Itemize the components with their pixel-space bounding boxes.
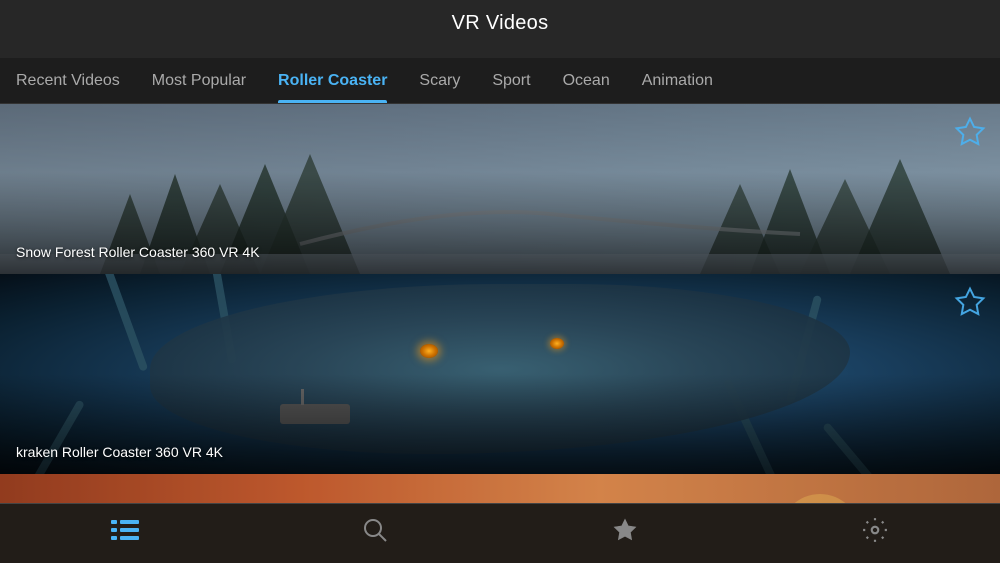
star-icon [612, 517, 638, 550]
gear-icon [862, 517, 888, 550]
app-header: VR Videos [0, 0, 1000, 58]
tab-ocean[interactable]: Ocean [547, 58, 626, 103]
tab-animation[interactable]: Animation [626, 58, 729, 103]
nav-list-button[interactable] [95, 512, 155, 556]
video-title-2: kraken Roller Coaster 360 VR 4K [16, 444, 223, 460]
favorite-button-2[interactable] [954, 286, 986, 325]
list-icon [111, 518, 139, 549]
video-list: Snow Forest Roller Coaster 360 VR 4K [0, 104, 1000, 503]
nav-search-button[interactable] [345, 512, 405, 556]
nav-settings-button[interactable] [845, 512, 905, 556]
tab-popular[interactable]: Most Popular [136, 58, 262, 103]
nav-favorites-button[interactable] [595, 512, 655, 556]
search-icon [362, 517, 388, 550]
bottom-navigation [0, 503, 1000, 563]
tab-rollercoaster[interactable]: Roller Coaster [262, 58, 403, 103]
kraken-eye-2 [550, 338, 564, 349]
favorite-button-1[interactable] [954, 116, 986, 155]
tab-recent[interactable]: Recent Videos [10, 58, 136, 103]
video-title-1: Snow Forest Roller Coaster 360 VR 4K [16, 244, 260, 260]
app-title: VR Videos [0, 12, 1000, 35]
video-card-3-partial[interactable] [0, 474, 1000, 503]
tab-sport[interactable]: Sport [476, 58, 546, 103]
category-tabs: Recent Videos Most Popular Roller Coaste… [0, 58, 1000, 104]
video-card-2[interactable]: kraken Roller Coaster 360 VR 4K [0, 274, 1000, 474]
tab-scary[interactable]: Scary [403, 58, 476, 103]
video-card-1[interactable]: Snow Forest Roller Coaster 360 VR 4K [0, 104, 1000, 274]
kraken-eye-1 [420, 344, 438, 358]
